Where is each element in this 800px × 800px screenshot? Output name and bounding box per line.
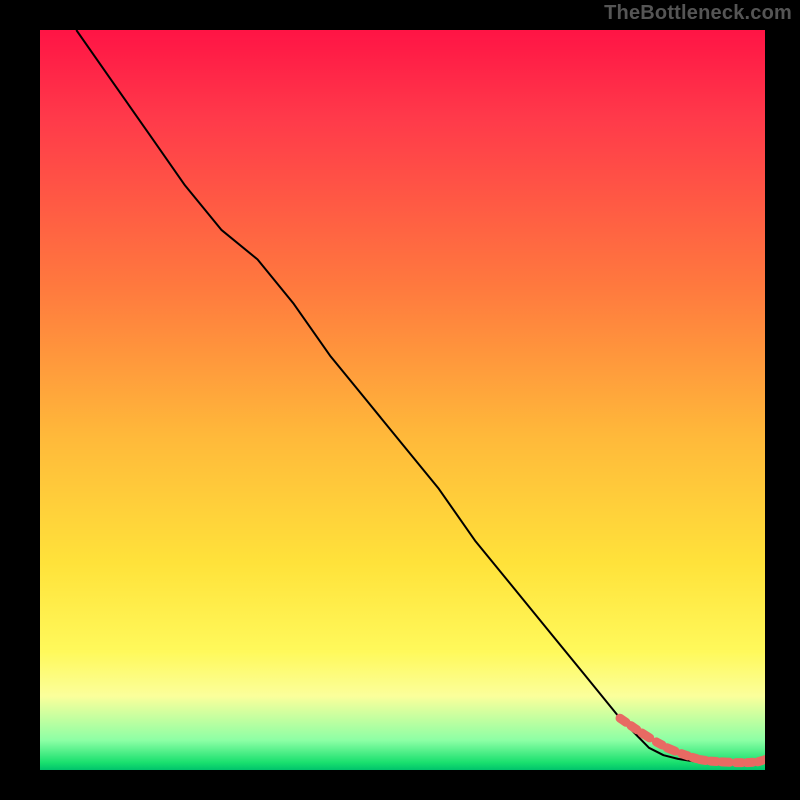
chart-frame: TheBottleneck.com [0, 0, 800, 800]
chart-overlay-svg [40, 30, 765, 770]
highlighted-range-markers [616, 714, 765, 766]
bottleneck-curve [76, 30, 765, 763]
watermark-label: TheBottleneck.com [604, 2, 792, 25]
plot-area [40, 30, 765, 770]
